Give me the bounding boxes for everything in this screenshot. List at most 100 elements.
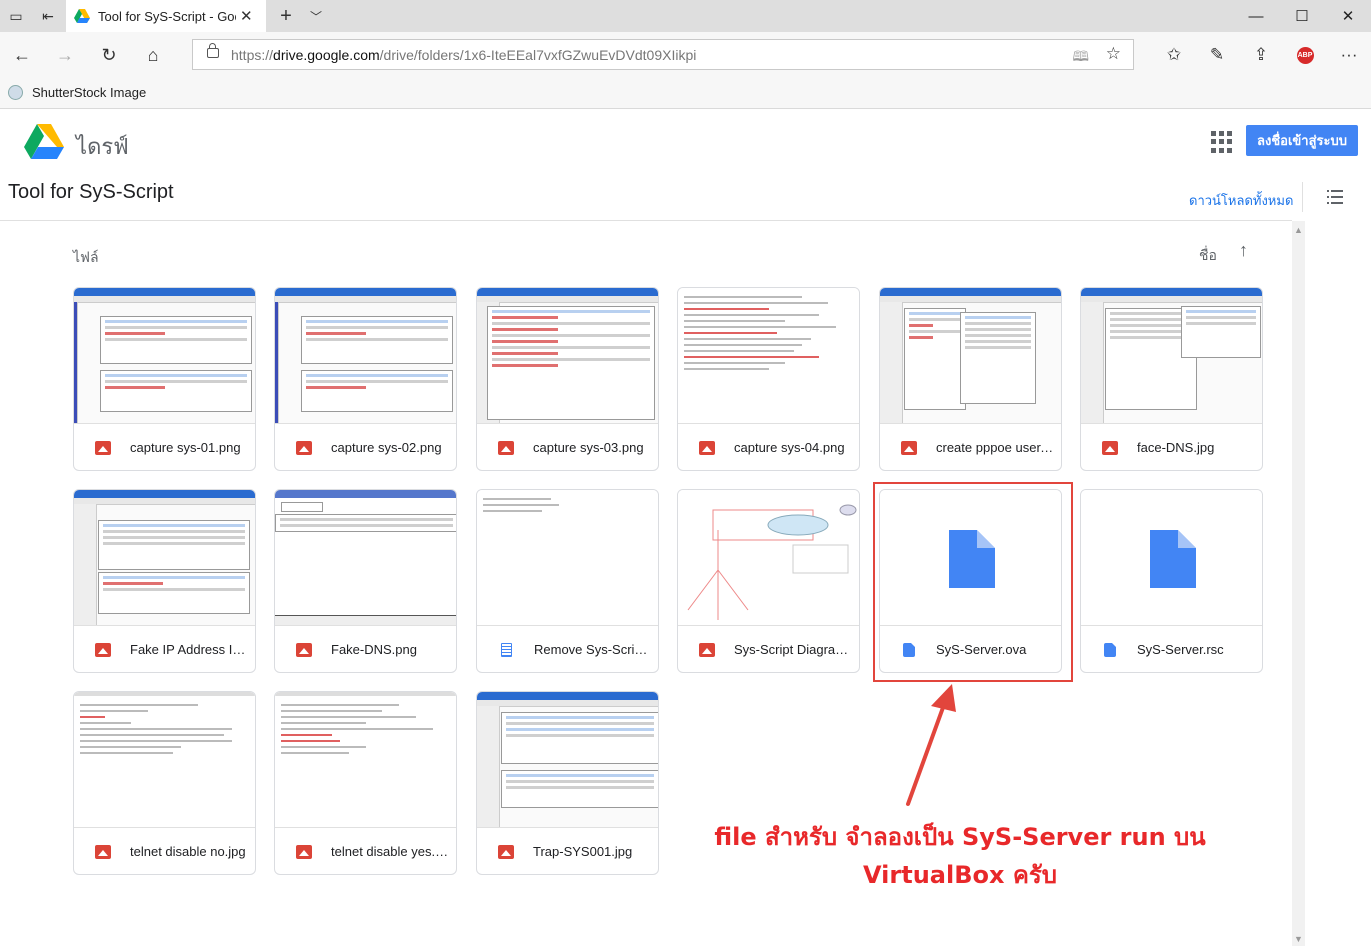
file-thumbnail [477,490,658,625]
image-file-icon [699,440,715,455]
file-card[interactable]: Fake IP Address IPv4.jpg [73,489,256,673]
file-card[interactable]: telnet disable no.jpg [73,691,256,875]
sign-in-button[interactable]: ลงชื่อเข้าสู่ระบบ [1246,125,1358,156]
adblock-icon[interactable]: ABP [1290,41,1320,69]
home-icon[interactable]: ⌂ [136,38,170,72]
file-card[interactable]: SyS-Server.rsc [1080,489,1263,673]
file-card[interactable]: Trap-SYS001.jpg [476,691,659,875]
image-file-icon [95,440,111,455]
file-name: capture sys-04.png [734,440,845,455]
new-tab-icon[interactable]: + [272,0,300,32]
file-name: capture sys-01.png [130,440,241,455]
file-thumbnail [275,692,456,827]
file-name: face-DNS.jpg [1137,440,1215,455]
image-file-icon [1102,440,1118,455]
file-thumbnail [477,288,658,423]
text-file-icon [501,642,512,657]
favorite-site-icon [8,85,23,100]
image-file-icon [901,440,917,455]
file-thumbnail [275,288,456,423]
file-thumbnail [1081,288,1262,423]
drive-brand[interactable]: ไดรฟ์ [76,129,129,164]
header-bottom-divider [0,220,1292,221]
file-thumbnail [74,692,255,827]
address-bar[interactable]: https://drive.google.com/drive/folders/1… [192,39,1134,70]
files-section-label: ไฟล์ [73,249,99,265]
file-card[interactable]: capture sys-01.png [73,287,256,471]
file-name: capture sys-03.png [533,440,644,455]
google-drive-favicon [74,9,90,23]
star-icon[interactable]: ☆ [1106,44,1121,64]
scrollbar[interactable]: ▲ ▼ [1292,221,1305,946]
file-name: telnet disable no.jpg [130,844,246,859]
google-drive-logo[interactable] [24,124,64,160]
favorite-link[interactable]: ShutterStock Image Downloader [32,85,147,100]
image-file-icon [95,642,111,657]
image-file-icon [498,844,514,859]
pen-icon[interactable]: ✎ [1202,41,1232,69]
forward-icon[interactable]: → [48,38,82,72]
file-card[interactable]: Fake-DNS.png [274,489,457,673]
url-path: /drive/folders/1x6-IteEEal7vxfGZwuEvDVdt… [379,47,697,63]
file-card[interactable]: capture sys-04.png [677,287,860,471]
lock-icon [207,43,219,58]
file-name: SyS-Server.rsc [1137,642,1224,657]
file-name: Fake IP Address IPv4.jpg [130,642,248,657]
url-host: drive.google.com [273,47,380,63]
annotation-line-2: VirtualBox ครับ [863,861,1057,889]
file-card[interactable]: create pppoe user.jpg [879,287,1062,471]
refresh-icon[interactable]: ↻ [92,38,126,72]
set-aside-tabs-icon[interactable]: ⇤ [32,0,64,32]
close-icon[interactable]: ✕ [240,7,253,25]
back-icon[interactable]: ← [5,38,39,72]
tab-preview-icon[interactable]: ▭ [0,0,32,32]
url-scheme: https:// [231,47,274,63]
file-card[interactable]: Sys-Script Diagram.jpg [677,489,860,673]
file-card[interactable]: face-DNS.jpg [1080,287,1263,471]
image-file-icon [296,844,312,859]
favorites-icon[interactable]: ✩ [1159,41,1189,69]
file-name: Remove Sys-Script.txt [534,642,652,657]
file-card[interactable]: Remove Sys-Script.txt [476,489,659,673]
file-card[interactable]: telnet disable yes.jpg [274,691,457,875]
tab-bar: ▭ ⇤ Tool for SyS-Script - Google Drive ✕… [0,0,1371,32]
file-name: Fake-DNS.png [331,642,417,657]
browser-tab[interactable]: Tool for SyS-Script - Google Drive ✕ [66,0,266,32]
sort-direction-icon[interactable]: ↑ [1239,240,1248,261]
image-file-icon [95,844,111,859]
more-icon[interactable]: ··· [1334,41,1364,69]
maximize-icon[interactable]: ☐ [1279,0,1325,32]
file-thumbnail [74,288,255,423]
close-window-icon[interactable]: ✕ [1325,0,1371,32]
annotation-line-1: file สำหรับ จำลองเป็น SyS-Server run บน [714,823,1206,851]
file-card[interactable]: capture sys-02.png [274,287,457,471]
image-file-icon [498,440,514,455]
folder-title: Tool for SyS-Script [8,181,174,203]
chevron-down-icon[interactable]: ﹀ [304,0,328,32]
sort-by-name[interactable]: ชื่อ [1199,245,1217,267]
minimize-icon[interactable]: — [1233,0,1279,32]
adblock-badge: ABP [1296,46,1314,64]
file-thumbnail [880,288,1061,423]
scroll-down-icon[interactable]: ▼ [1294,934,1303,944]
download-all-link[interactable]: ดาวน์โหลดทั้งหมด [1189,190,1293,211]
annotation-arrow [906,684,956,806]
file-name: Trap-SYS001.jpg [533,844,633,859]
generic-file-icon [1104,642,1116,657]
share-icon[interactable]: ⇪ [1246,41,1276,69]
scroll-up-icon[interactable]: ▲ [1294,225,1303,235]
diagram-thumbnail [687,504,857,620]
file-thumbnail [1081,490,1262,625]
image-file-icon [296,642,312,657]
apps-grid-icon[interactable] [1211,131,1233,153]
file-thumbnail [477,692,658,827]
file-name: telnet disable yes.jpg [331,844,449,859]
favorites-bar: ShutterStock Image Downloader [0,78,1371,109]
file-card[interactable]: capture sys-03.png [476,287,659,471]
file-name: capture sys-02.png [331,440,442,455]
reading-view-icon[interactable]: 🕮 [1072,46,1089,70]
image-file-icon [296,440,312,455]
file-icon [1150,530,1196,588]
highlight-box [873,482,1073,682]
list-view-icon[interactable] [1327,190,1343,204]
